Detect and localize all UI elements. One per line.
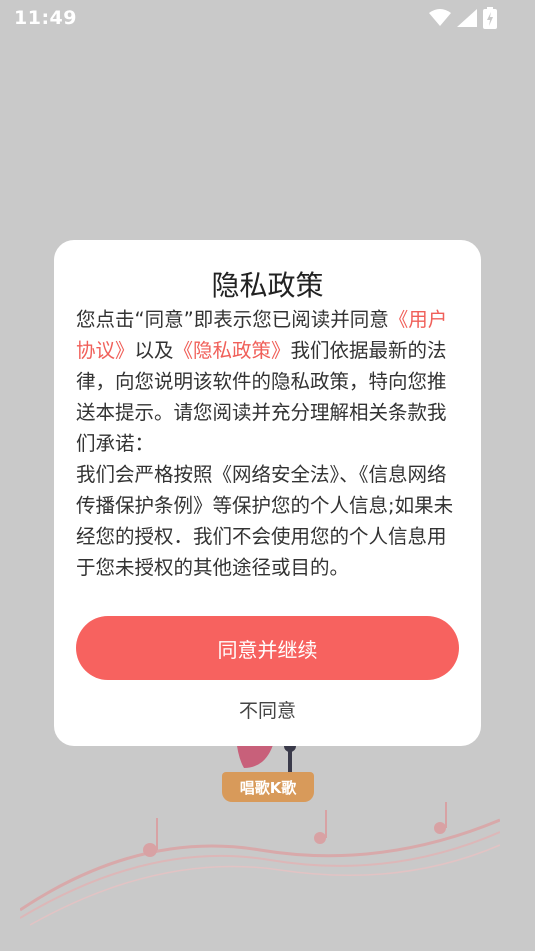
dialog-title: 隐私政策 <box>211 269 324 302</box>
status-icons <box>429 7 497 29</box>
agree-continue-button[interactable]: 同意并继续 <box>76 616 459 680</box>
disagree-button[interactable]: 不同意 <box>54 696 481 726</box>
music-notes-decoration <box>20 802 500 926</box>
body-text-commitment: 我们会严格按照《网络安全法》、《信息网络传播保护条例》等保护您的个人信息;如果未… <box>76 463 454 579</box>
privacy-policy-link[interactable]: 《隐私政策》 <box>174 339 291 362</box>
status-bar: 11:49 <box>0 0 535 36</box>
body-text-intro: 您点击“同意”即表示您已阅读并同意 <box>76 308 389 331</box>
logo-badge: 唱歌K歌 <box>222 772 314 802</box>
privacy-dialog: 隐私政策 您点击“同意”即表示您已阅读并同意《用户协议》以及《隐私政策》我们依据… <box>54 240 481 746</box>
body-text-and: 以及 <box>134 339 174 362</box>
status-time: 11:49 <box>14 7 77 29</box>
wifi-icon <box>429 9 451 26</box>
signal-icon <box>457 9 477 27</box>
dialog-body: 您点击“同意”即表示您已阅读并同意《用户协议》以及《隐私政策》我们依据最新的法律… <box>76 304 464 583</box>
battery-charging-icon <box>483 7 497 29</box>
